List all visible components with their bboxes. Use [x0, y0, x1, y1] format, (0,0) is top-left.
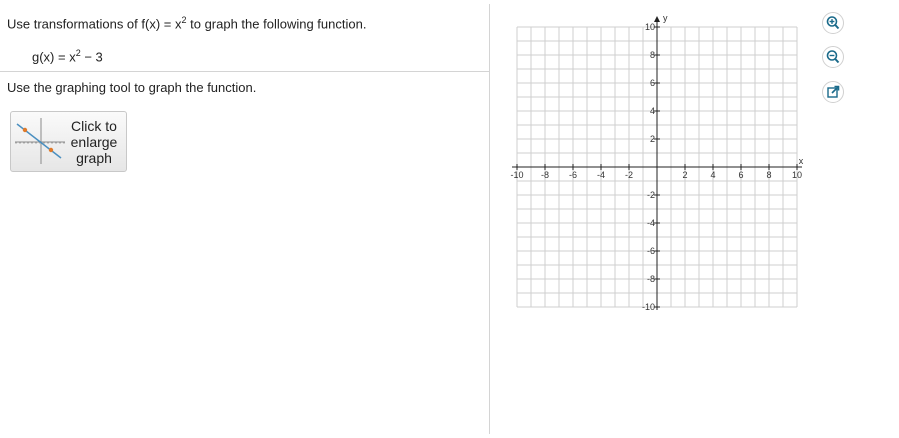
popout-icon[interactable] [822, 81, 844, 103]
enlarge-button-label: Click to enlarge graph [70, 118, 118, 166]
x-tick-label: -6 [569, 170, 577, 180]
x-tick-label: 10 [792, 170, 802, 180]
section-divider [0, 71, 489, 72]
question-pane: Use transformations of f(x) = x2 to grap… [0, 0, 489, 438]
pane-divider [489, 4, 490, 434]
x-axis-label: x [799, 156, 804, 166]
x-tick-label: -10 [510, 170, 523, 180]
instruction-text: Use transformations of f(x) = x2 to grap… [7, 15, 367, 32]
enlarge-graph-button[interactable]: Click to enlarge graph [10, 111, 127, 172]
x-tick-label: 6 [738, 170, 743, 180]
function-expression: g(x) = x2 − 3 [32, 48, 103, 65]
zoom-out-icon[interactable] [822, 46, 844, 68]
y-tick-label: -10 [642, 302, 655, 312]
y-tick-label: 10 [645, 22, 655, 32]
x-tick-label: 2 [682, 170, 687, 180]
zoom-in-icon[interactable] [822, 12, 844, 34]
coordinate-graph[interactable]: -10 -8 -6 -4 -2 2 4 6 8 10 10 8 6 4 2 -2 -4 -6 -8 -10 x y [500, 8, 810, 323]
y-tick-label: 2 [650, 134, 655, 144]
y-tick-label: -8 [647, 274, 655, 284]
y-tick-label: 6 [650, 78, 655, 88]
y-tick-label: -4 [647, 218, 655, 228]
y-axis-label: y [663, 13, 668, 23]
y-tick-label: 4 [650, 106, 655, 116]
x-tick-label: -4 [597, 170, 605, 180]
y-tick-label: 8 [650, 50, 655, 60]
y-tick-label: -6 [647, 246, 655, 256]
x-tick-label: -2 [625, 170, 633, 180]
x-tick-label: 4 [710, 170, 715, 180]
x-tick-label: 8 [766, 170, 771, 180]
x-tick-label: -8 [541, 170, 549, 180]
y-tick-label: -2 [647, 190, 655, 200]
graph-instruction-text: Use the graphing tool to graph the funct… [7, 80, 257, 95]
graph-thumbnail-icon [15, 118, 65, 164]
